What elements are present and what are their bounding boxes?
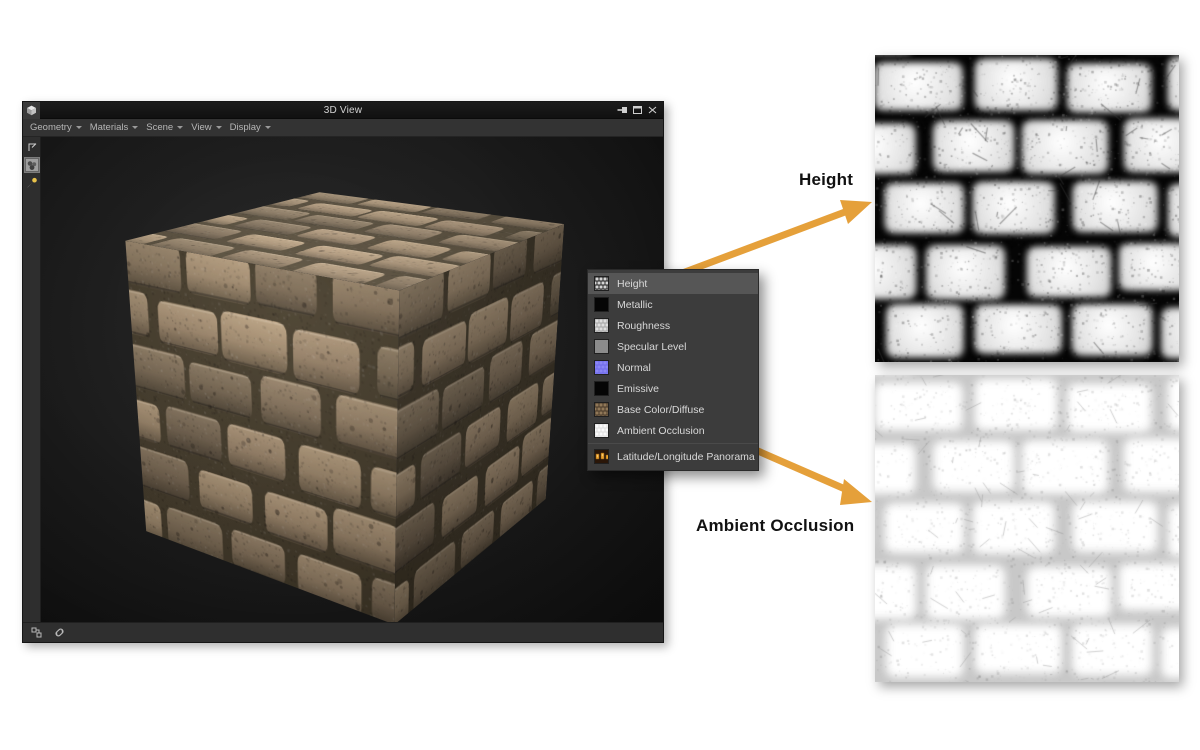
panel-title: 3D View bbox=[323, 104, 363, 116]
normal-swatch bbox=[594, 360, 609, 375]
channel-item-latitude-longitude-panorama-label: Latitude/Longitude Panorama bbox=[617, 450, 755, 463]
3d-viewport-canvas[interactable] bbox=[41, 137, 663, 622]
viewport-body bbox=[23, 137, 663, 622]
channel-item-metallic[interactable]: Metallic bbox=[588, 294, 758, 315]
restore-icon[interactable] bbox=[631, 104, 644, 116]
menu-display[interactable]: Display bbox=[228, 120, 277, 136]
specular-swatch bbox=[594, 339, 609, 354]
menu-display-label: Display bbox=[229, 122, 261, 133]
3d-view-panel: 3D View Geometry Materials Scene View Di… bbox=[22, 101, 664, 643]
chevron-down-icon bbox=[215, 126, 222, 129]
chevron-down-icon bbox=[177, 126, 184, 129]
emissive-swatch bbox=[594, 381, 609, 396]
menu-view[interactable]: View bbox=[189, 120, 227, 136]
viewport-vignette bbox=[41, 137, 663, 622]
channel-item-roughness[interactable]: Roughness bbox=[588, 315, 758, 336]
ao-swatch bbox=[594, 423, 609, 438]
basecolor-swatch bbox=[594, 402, 609, 417]
channel-item-roughness-label: Roughness bbox=[617, 319, 671, 332]
metallic-swatch bbox=[594, 297, 609, 312]
chevron-down-icon bbox=[75, 126, 82, 129]
menu-geometry[interactable]: Geometry bbox=[28, 120, 88, 136]
channel-dropdown-menu: Height Metallic Roughness Specular Level… bbox=[587, 269, 759, 471]
cube-icon bbox=[23, 101, 40, 119]
roughness-swatch bbox=[594, 318, 609, 333]
height-swatch bbox=[594, 276, 609, 291]
close-icon[interactable] bbox=[646, 104, 659, 116]
menu-scene[interactable]: Scene bbox=[144, 120, 189, 136]
channel-item-specular-level[interactable]: Specular Level bbox=[588, 336, 758, 357]
channel-item-ambient-occlusion-label: Ambient Occlusion bbox=[617, 424, 705, 437]
expand-icon[interactable] bbox=[24, 139, 40, 155]
channel-item-metallic-label: Metallic bbox=[617, 298, 653, 311]
menu-materials[interactable]: Materials bbox=[88, 120, 145, 136]
channel-item-specular-level-label: Specular Level bbox=[617, 340, 687, 353]
light-bulb-icon[interactable] bbox=[24, 175, 40, 191]
channel-item-normal-label: Normal bbox=[617, 361, 651, 374]
height-map-preview[interactable] bbox=[875, 55, 1179, 362]
menu-view-label: View bbox=[191, 122, 212, 133]
panel-menubar: Geometry Materials Scene View Display bbox=[23, 119, 663, 137]
viewport-left-toolbar bbox=[23, 137, 41, 622]
menu-separator bbox=[588, 443, 758, 444]
screenshot-root: 3D View Geometry Materials Scene View Di… bbox=[0, 0, 1200, 750]
ambient-occlusion-map-preview[interactable] bbox=[875, 375, 1179, 682]
ambient-occlusion-callout-label: Ambient Occlusion bbox=[696, 516, 855, 535]
panel-statusbar bbox=[23, 622, 663, 642]
node-icon[interactable] bbox=[30, 626, 43, 639]
menu-scene-label: Scene bbox=[146, 122, 174, 133]
menu-materials-label: Materials bbox=[89, 122, 129, 133]
channel-item-ambient-occlusion[interactable]: Ambient Occlusion bbox=[588, 420, 758, 441]
channel-item-emissive-label: Emissive bbox=[617, 382, 660, 395]
chevron-down-icon bbox=[132, 126, 139, 129]
channel-item-height[interactable]: Height bbox=[588, 273, 758, 294]
link-icon[interactable] bbox=[53, 626, 66, 639]
panorama-swatch bbox=[594, 449, 609, 464]
channel-item-base-color-diffuse[interactable]: Base Color/Diffuse bbox=[588, 399, 758, 420]
chevron-down-icon bbox=[264, 126, 271, 129]
menu-geometry-label: Geometry bbox=[30, 122, 72, 133]
panel-titlebar[interactable]: 3D View bbox=[23, 101, 663, 119]
panel-title-buttons bbox=[616, 104, 663, 116]
height-callout-label: Height bbox=[799, 170, 854, 189]
material-ball-icon[interactable] bbox=[23, 157, 40, 173]
channel-item-latitude-longitude-panorama[interactable]: Latitude/Longitude Panorama bbox=[588, 446, 758, 467]
pin-icon[interactable] bbox=[616, 104, 629, 116]
channel-item-base-color-diffuse-label: Base Color/Diffuse bbox=[617, 403, 705, 416]
channel-item-height-label: Height bbox=[617, 277, 648, 290]
channel-item-normal[interactable]: Normal bbox=[588, 357, 758, 378]
channel-item-emissive[interactable]: Emissive bbox=[588, 378, 758, 399]
